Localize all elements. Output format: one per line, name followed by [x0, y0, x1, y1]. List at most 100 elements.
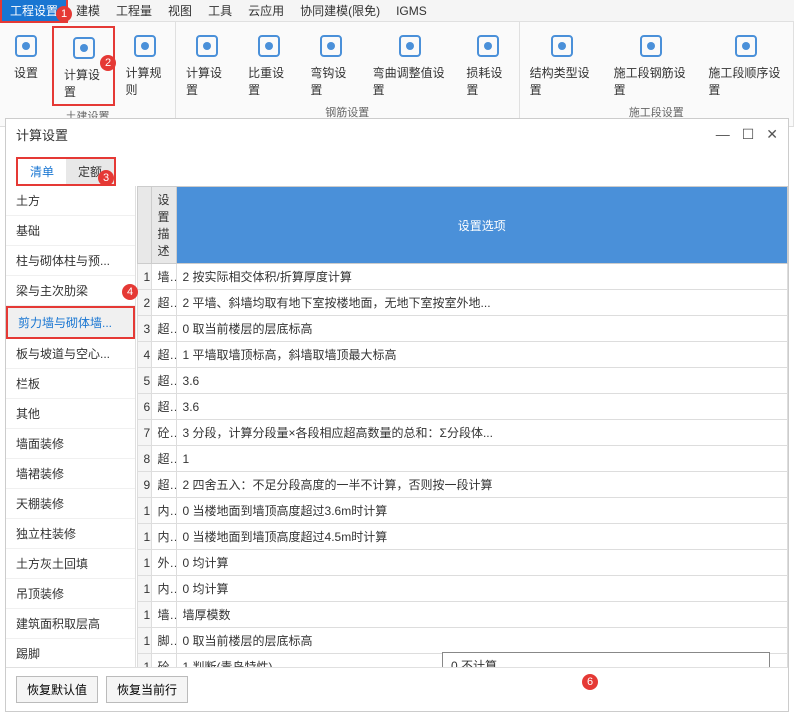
- ratio-settings-button[interactable]: 比重设置: [238, 26, 300, 102]
- ribbon-button-label: 结构类型设置: [530, 64, 594, 98]
- setting-option[interactable]: 0 取当前楼层的层底标高: [176, 628, 787, 654]
- menubar-item[interactable]: 协同建模(限免): [292, 0, 388, 21]
- calc-settings2-button[interactable]: 计算设置: [176, 26, 238, 102]
- segment-order-icon: [730, 30, 762, 62]
- sidebar-item[interactable]: 剪力墙与砌体墙...: [6, 306, 135, 339]
- minimize-icon[interactable]: —: [716, 126, 730, 143]
- setting-option[interactable]: 3 分段，计算分段量×各段相应超高数量的总和：Σ分段体...: [176, 420, 787, 446]
- sidebar-item[interactable]: 其他: [6, 399, 135, 429]
- sidebar-item[interactable]: 踢脚: [6, 639, 135, 667]
- setting-option[interactable]: 3.6: [176, 368, 787, 394]
- table-row[interactable]: 6超高起始计算高度(m)3.6: [137, 394, 788, 420]
- ribbon-button-label: 损耗设置: [466, 64, 508, 98]
- sidebar-item[interactable]: 土方灰土回填: [6, 549, 135, 579]
- sidebar-item[interactable]: 天棚装修: [6, 489, 135, 519]
- calc-settings2-icon: [191, 30, 223, 62]
- setting-option[interactable]: 2 按实际相交体积/折算厚度计算: [176, 264, 787, 290]
- sidebar-item[interactable]: 梁与主次肋梁: [6, 276, 135, 306]
- footer-button[interactable]: 恢复默认值: [16, 676, 98, 703]
- tab-清单[interactable]: 清单: [18, 159, 66, 184]
- setting-description: 超高底面取楼地面原则: [151, 316, 176, 342]
- table-row[interactable]: 12外墙内脚手架面积计算条件0 均计算: [137, 550, 788, 576]
- table-row[interactable]: 3超高底面取楼地面原则0 取当前楼层的层底标高: [137, 316, 788, 342]
- settings-table: 设置描述设置选项 1墙面积与其他构件相交的扣减方法2 按实际相交体积/折算厚度计…: [136, 186, 788, 667]
- setting-option[interactable]: 0 均计算: [176, 576, 787, 602]
- sidebar-item[interactable]: 吊顶装修: [6, 579, 135, 609]
- sidebar-item[interactable]: 独立柱装修: [6, 519, 135, 549]
- row-number: 9: [137, 472, 151, 498]
- setting-option[interactable]: 1: [176, 446, 787, 472]
- option-dropdown: 0 不计算1 计算钢丝网片长度: [442, 652, 770, 667]
- menubar: 工程设置建模工程量视图工具云应用协同建模(限免)IGMS: [0, 0, 794, 22]
- menubar-item[interactable]: 工程量: [108, 0, 160, 21]
- sidebar-item[interactable]: 基础: [6, 216, 135, 246]
- sidebar-item[interactable]: 墙面装修: [6, 429, 135, 459]
- table-row[interactable]: 11内侧脚手架超高长度计算条件0 当楼地面到墙顶高度超过4.5m时计算: [137, 524, 788, 550]
- table-row[interactable]: 8超高分段高度(m)1: [137, 446, 788, 472]
- marker-4: 4: [122, 284, 138, 300]
- menubar-item[interactable]: 云应用: [240, 0, 292, 21]
- setting-description: 超高底面计算方法: [151, 290, 176, 316]
- table-row[interactable]: 5超高起始判断高度(m)3.6: [137, 368, 788, 394]
- footer-button[interactable]: 恢复当前行: [106, 676, 188, 703]
- sidebar-item[interactable]: 建筑面积取层高: [6, 609, 135, 639]
- table-row[interactable]: 14墙厚模数墙厚模数: [137, 602, 788, 628]
- setting-option[interactable]: 1 平墙取墙顶标高，斜墙取墙顶最大标高: [176, 342, 787, 368]
- struct-type-button[interactable]: 结构类型设置: [520, 26, 604, 102]
- ribbon-button-label: 比重设置: [248, 64, 290, 98]
- table-row[interactable]: 15脚手架底面取楼地面原则0 取当前楼层的层底标高: [137, 628, 788, 654]
- table-row[interactable]: 7砼墙超高分段计算方法3 分段，计算分段量×各段相应超高数量的总和：Σ分段体..…: [137, 420, 788, 446]
- calc-rules-button[interactable]: 计算规则: [115, 26, 174, 106]
- sidebar-item[interactable]: 土方: [6, 186, 135, 216]
- sidebar-item[interactable]: 板与坡道与空心...: [6, 339, 135, 369]
- ribbon-button-label: 计算规则: [125, 64, 164, 98]
- setting-option[interactable]: 0 当楼地面到墙顶高度超过3.6m时计算: [176, 498, 787, 524]
- table-row[interactable]: 9超高数量取舍方法2 四舍五入：不足分段高度的一半不计算，否则按一段计算: [137, 472, 788, 498]
- maximize-icon[interactable]: ☐: [742, 126, 755, 143]
- ribbon-button-label: 设置: [14, 64, 38, 81]
- struct-type-icon: [546, 30, 578, 62]
- segment-rebar-button[interactable]: 施工段钢筋设置: [604, 26, 699, 102]
- setting-option[interactable]: 2 平墙、斜墙均取有地下室按楼地面，无地下室按室外地...: [176, 290, 787, 316]
- sidebar-item[interactable]: 柱与砌体柱与预...: [6, 246, 135, 276]
- table-row[interactable]: 10内侧脚手架长度计算条件0 当楼地面到墙顶高度超过3.6m时计算: [137, 498, 788, 524]
- row-number: 7: [137, 420, 151, 446]
- table-row[interactable]: 13内墙脚手架面积计算条件0 均计算: [137, 576, 788, 602]
- setting-option[interactable]: 0 取当前楼层的层底标高: [176, 316, 787, 342]
- dialog-controls: — ☐ ✕: [716, 126, 778, 143]
- row-number: 3: [137, 316, 151, 342]
- setting-option[interactable]: 0 均计算: [176, 550, 787, 576]
- menubar-item[interactable]: 工具: [200, 0, 240, 21]
- segment-order-button[interactable]: 施工段顺序设置: [698, 26, 793, 102]
- menubar-item[interactable]: IGMS: [388, 2, 435, 20]
- setting-option[interactable]: 0 当楼地面到墙顶高度超过4.5m时计算: [176, 524, 787, 550]
- close-icon[interactable]: ✕: [766, 126, 778, 143]
- sidebar-item[interactable]: 墙裙装修: [6, 459, 135, 489]
- settings-button[interactable]: 设置: [0, 26, 52, 106]
- sidebar-item[interactable]: 栏板: [6, 369, 135, 399]
- table-row[interactable]: 2超高底面计算方法2 平墙、斜墙均取有地下室按楼地面，无地下室按室外地...: [137, 290, 788, 316]
- setting-description: 内侧脚手架长度计算条件: [151, 498, 176, 524]
- menubar-item[interactable]: 建模: [68, 0, 108, 21]
- marker-2: 2: [100, 55, 116, 71]
- ribbon-button-label: 弯钩设置: [310, 64, 352, 98]
- ribbon-button-label: 计算设置: [186, 64, 228, 98]
- table-row[interactable]: 4超高顶面计算方法1 平墙取墙顶标高，斜墙取墙顶最大标高: [137, 342, 788, 368]
- ribbon-group: 计算设置比重设置弯钩设置弯曲调整值设置损耗设置钢筋设置: [176, 22, 520, 126]
- setting-option[interactable]: 2 四舍五入：不足分段高度的一半不计算，否则按一段计算: [176, 472, 787, 498]
- setting-option[interactable]: 墙厚模数: [176, 602, 787, 628]
- menubar-item[interactable]: 视图: [160, 0, 200, 21]
- row-number: 14: [137, 602, 151, 628]
- table-row[interactable]: 1墙面积与其他构件相交的扣减方法2 按实际相交体积/折算厚度计算: [137, 264, 788, 290]
- loss-settings-button[interactable]: 损耗设置: [456, 26, 518, 102]
- bend-adjust-button[interactable]: 弯曲调整值设置: [363, 26, 457, 102]
- ribbon-group: 结构类型设置施工段钢筋设置施工段顺序设置施工段设置: [520, 22, 794, 126]
- row-number: 16: [137, 654, 151, 668]
- bend-adjust-icon: [394, 30, 426, 62]
- setting-description: 脚手架底面取楼地面原则: [151, 628, 176, 654]
- setting-description: 内墙脚手架面积计算条件: [151, 576, 176, 602]
- setting-option[interactable]: 3.6: [176, 394, 787, 420]
- bend-settings-button[interactable]: 弯钩设置: [300, 26, 362, 102]
- setting-description: 砼墙超高分段计算方法: [151, 420, 176, 446]
- dropdown-item[interactable]: 0 不计算: [443, 653, 769, 667]
